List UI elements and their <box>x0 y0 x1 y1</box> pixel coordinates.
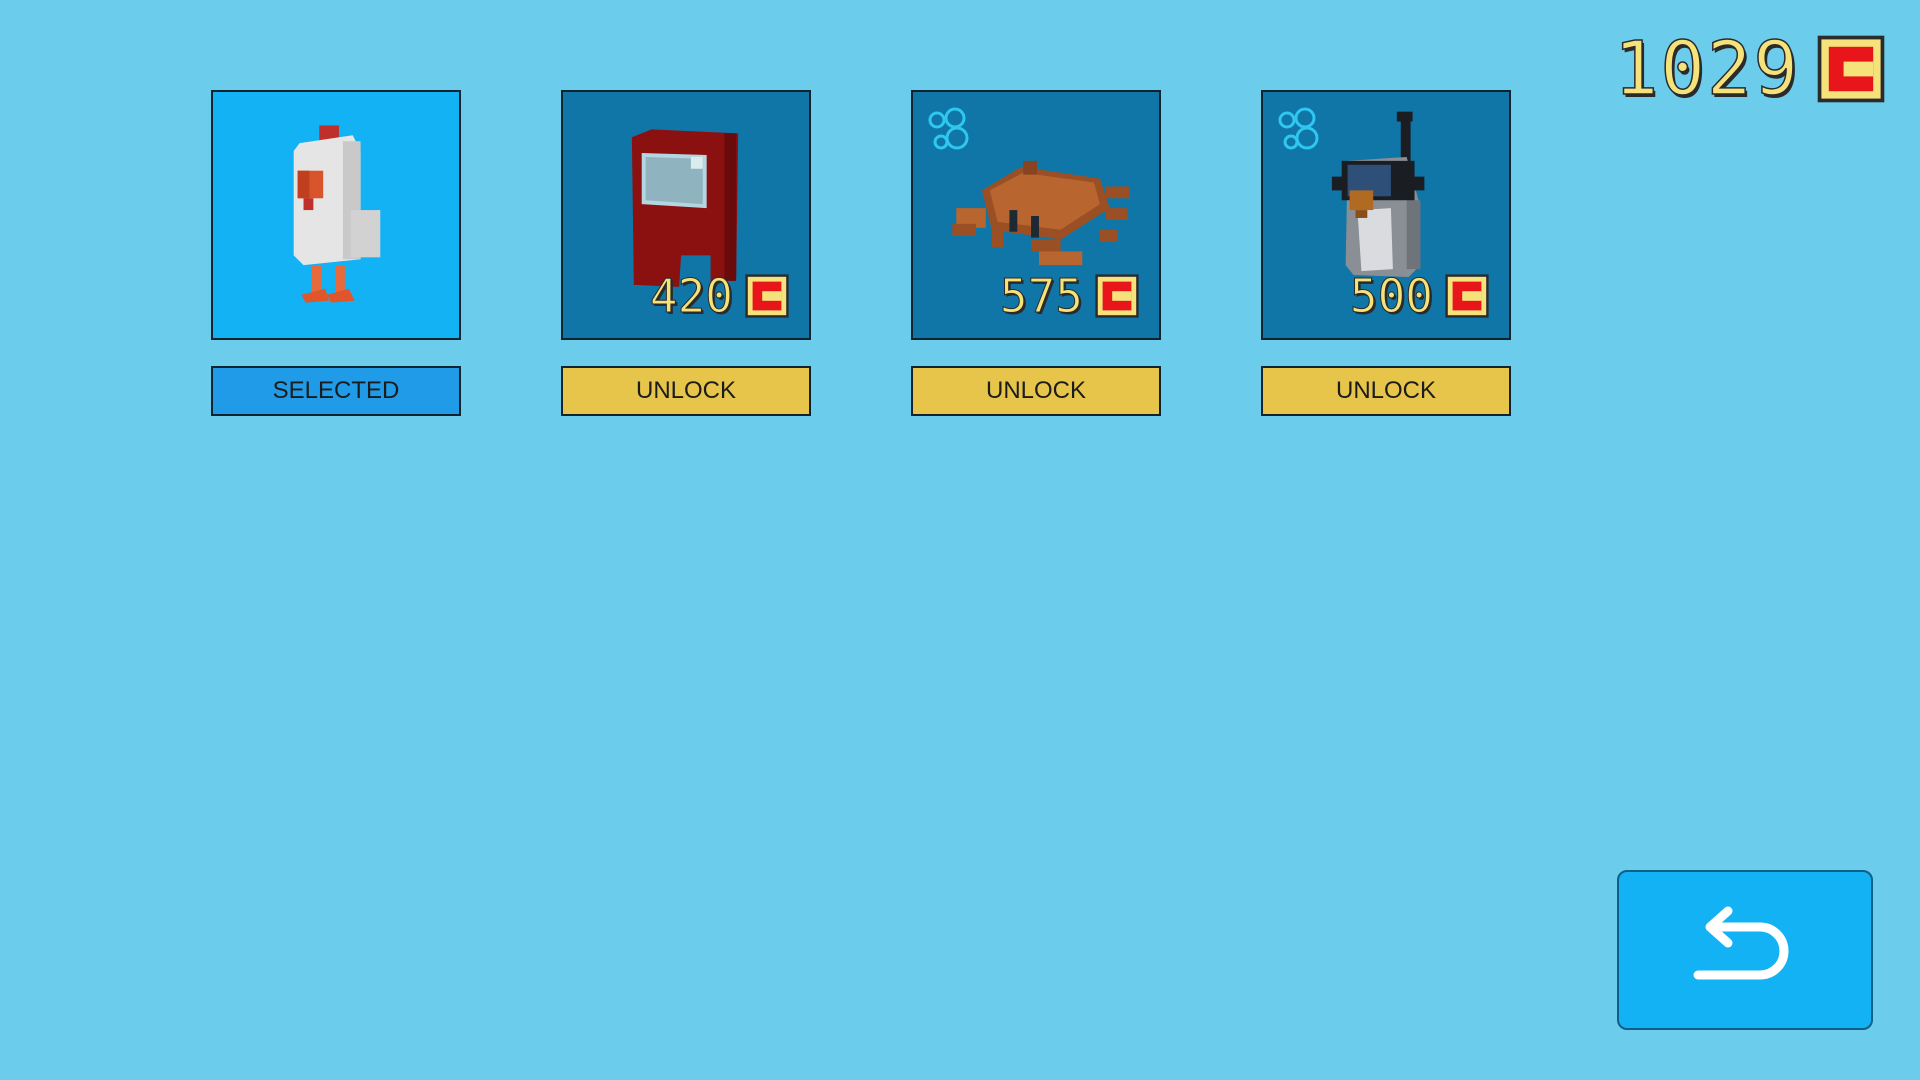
price-tag: 575 <box>999 269 1141 323</box>
price-label: 575 <box>999 269 1083 323</box>
unlock-button[interactable]: UNLOCK <box>1261 366 1511 416</box>
coin-counter: 1029 <box>1613 26 1888 112</box>
coin-count: 1029 <box>1613 26 1800 112</box>
character-preview-penguin-diver[interactable]: 500 <box>1261 90 1511 340</box>
selected-button[interactable]: SELECTED <box>211 366 461 416</box>
coin-icon <box>1443 272 1491 320</box>
back-button[interactable] <box>1617 870 1873 1030</box>
character-preview-chicken[interactable] <box>211 90 461 340</box>
unlock-button[interactable]: UNLOCK <box>911 366 1161 416</box>
back-arrow-icon <box>1693 906 1789 980</box>
coin-icon <box>1814 32 1888 106</box>
coin-icon <box>1093 272 1141 320</box>
character-preview-red-crewmate[interactable]: 420 <box>561 90 811 340</box>
price-tag: 420 <box>649 269 791 323</box>
price-label: 500 <box>1349 269 1433 323</box>
price-tag: 500 <box>1349 269 1491 323</box>
unlock-button[interactable]: UNLOCK <box>561 366 811 416</box>
character-card-penguin-diver[interactable]: 500 UNLOCK <box>1261 90 1511 416</box>
character-card-chicken[interactable]: SELECTED <box>211 90 461 416</box>
price-label: 420 <box>649 269 733 323</box>
character-card-crab[interactable]: 575 UNLOCK <box>911 90 1161 416</box>
character-preview-crab[interactable]: 575 <box>911 90 1161 340</box>
character-card-red-crewmate[interactable]: 420 UNLOCK <box>561 90 811 416</box>
coin-icon <box>743 272 791 320</box>
chicken-icon <box>293 125 381 303</box>
